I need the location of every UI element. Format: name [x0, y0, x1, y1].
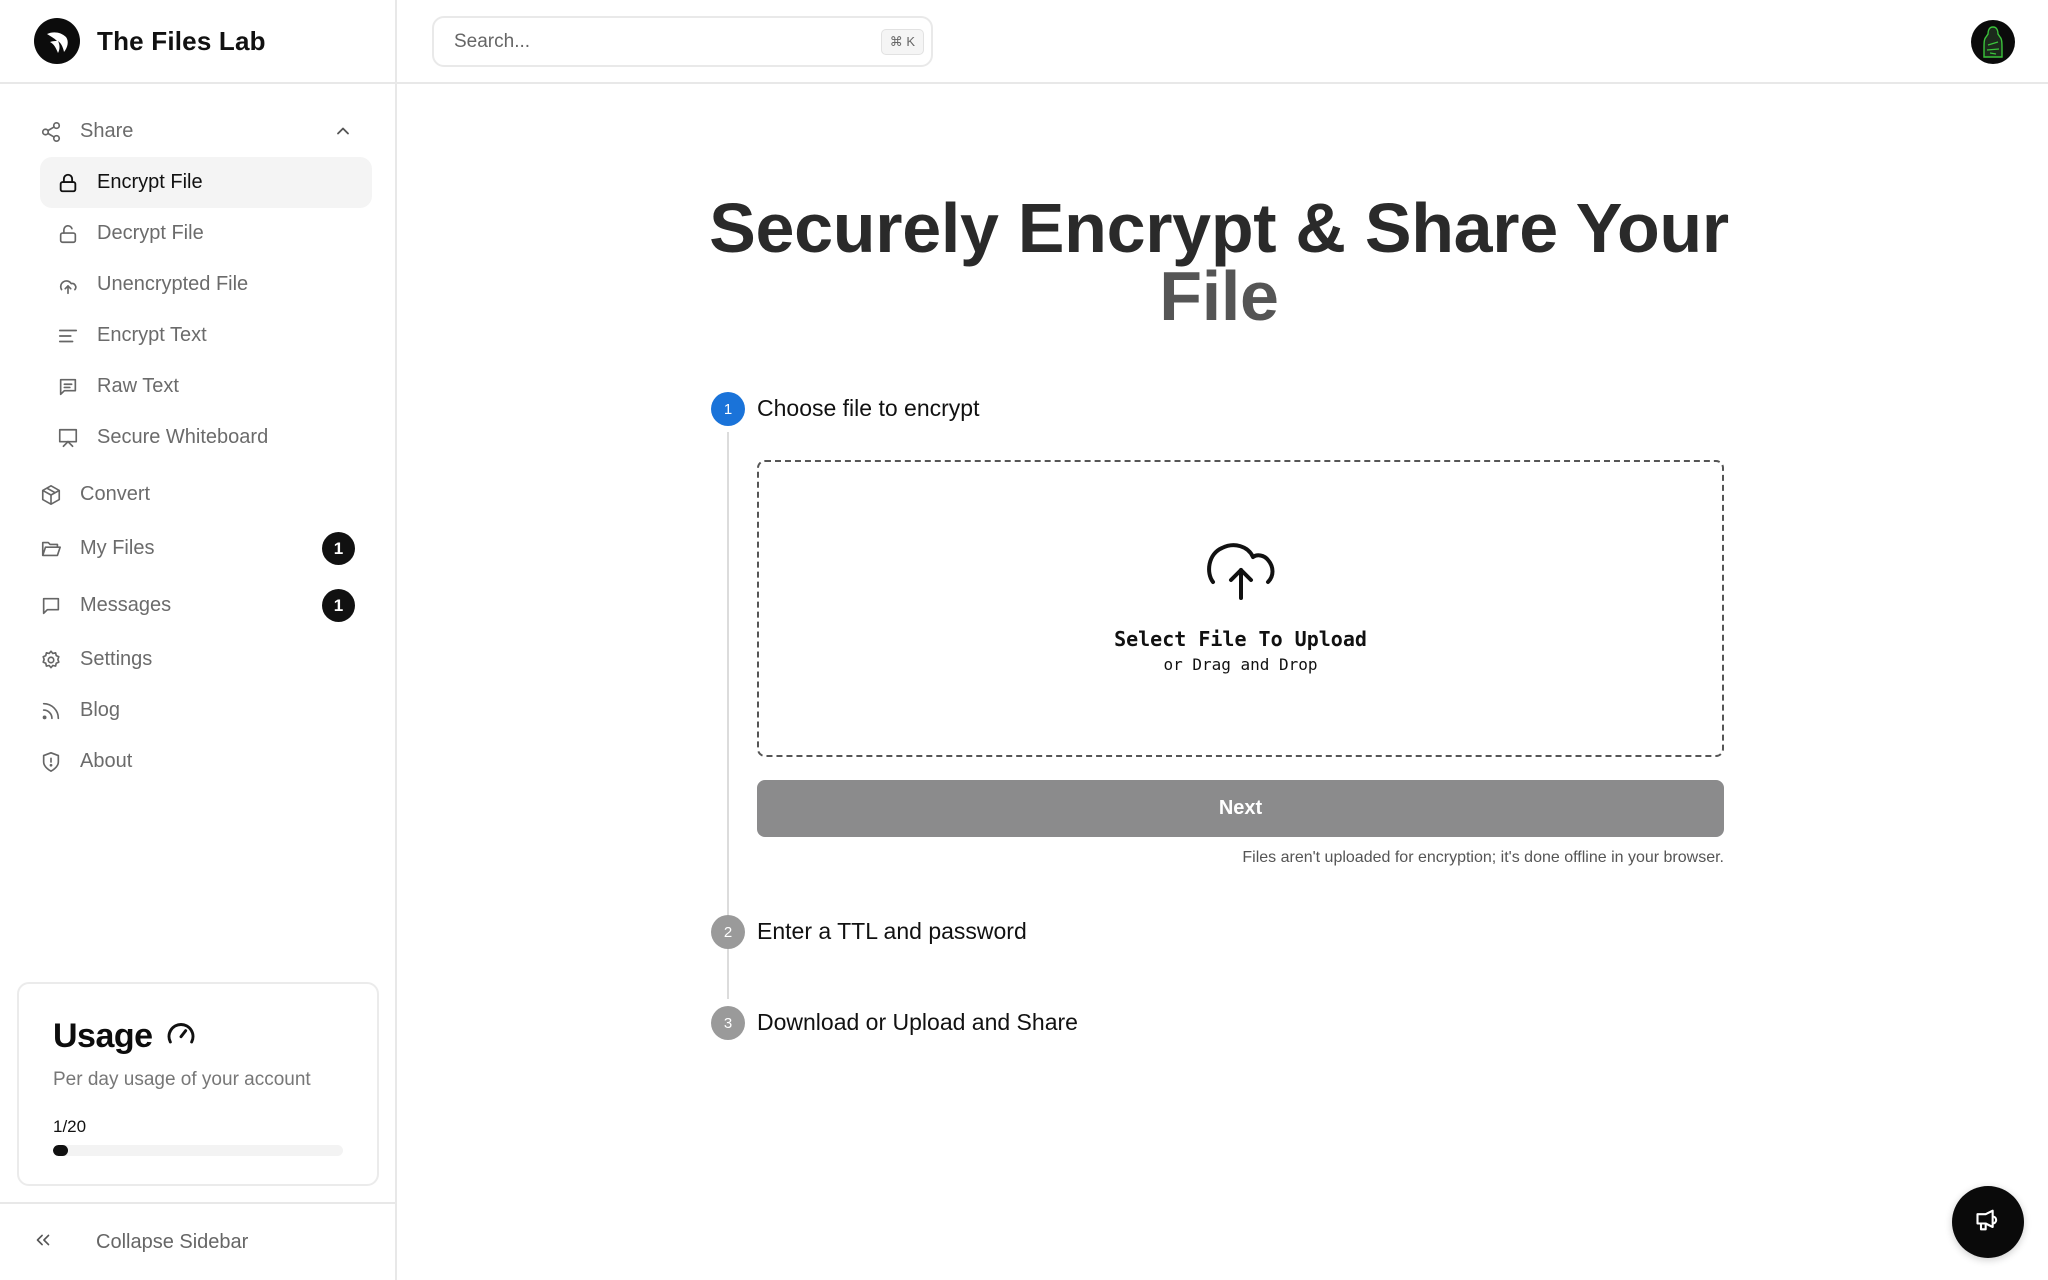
folder-open-icon — [40, 538, 62, 560]
sidebar-item-messages[interactable]: Messages 1 — [0, 580, 395, 631]
sidebar-item-secure-whiteboard[interactable]: Secure Whiteboard — [40, 412, 372, 463]
collapse-sidebar-label: Collapse Sidebar — [96, 1230, 249, 1253]
step-1-indicator: 1 — [711, 392, 745, 426]
usage-progress-fill — [53, 1145, 68, 1156]
page-title: Securely Encrypt & Share Your File — [697, 193, 1741, 331]
usage-title-text: Usage — [53, 1017, 153, 1055]
page-title-line1: Securely Encrypt & Share Your — [709, 189, 1729, 267]
step-connector — [727, 961, 729, 999]
sidebar-item-label: Messages — [80, 594, 172, 616]
brand[interactable]: The Files Lab — [0, 0, 395, 84]
sidebar-item-label: About — [80, 750, 133, 772]
megaphone-icon — [1974, 1206, 2002, 1239]
sidebar-item-my-files[interactable]: My Files 1 — [0, 523, 395, 574]
collapse-sidebar-button[interactable]: Collapse Sidebar — [0, 1202, 395, 1280]
search-input[interactable] — [454, 30, 834, 53]
usage-title: Usage — [53, 1014, 343, 1059]
search-shortcut-hint: ⌘ K — [880, 29, 924, 55]
step-1-label: Choose file to encrypt — [757, 395, 980, 421]
chevrons-left-icon — [32, 1229, 54, 1256]
step-3-label: Download or Upload and Share — [757, 1009, 1078, 1035]
gauge-icon — [165, 1018, 197, 1059]
chevron-up-icon[interactable] — [333, 121, 353, 146]
cloud-upload-icon — [57, 274, 79, 296]
usage-count: 1/20 — [53, 1117, 87, 1136]
text-align-icon — [57, 325, 79, 347]
feedback-button[interactable] — [1952, 1186, 2024, 1258]
message-square-icon — [40, 595, 62, 617]
step-2-label: Enter a TTL and password — [757, 918, 1027, 944]
sidebar-item-encrypt-file[interactable]: Encrypt File — [40, 157, 372, 208]
my-files-badge: 1 — [322, 532, 355, 565]
step-connector — [727, 432, 729, 990]
sidebar-item-raw-text[interactable]: Raw Text — [40, 361, 372, 412]
page-title-line2: File — [1159, 257, 1279, 335]
sidebar-item-share[interactable]: Share — [0, 106, 395, 157]
sidebar-item-label: Secure Whiteboard — [97, 426, 269, 448]
sidebar-item-label: Settings — [80, 648, 153, 670]
lock-icon — [57, 172, 79, 194]
unlock-icon — [57, 223, 79, 245]
file-dropzone[interactable]: Select File To Upload or Drag and Drop — [757, 460, 1724, 757]
sidebar-item-label: Encrypt Text — [97, 324, 207, 346]
step-2-indicator: 2 — [711, 915, 745, 949]
presentation-icon — [57, 427, 79, 449]
search-box[interactable]: ⌘ K — [432, 16, 933, 67]
share-submenu: Encrypt File Decrypt File Unencrypted Fi… — [0, 157, 395, 463]
sidebar: The Files Lab Share Encrypt File Decrypt… — [0, 0, 397, 1280]
app-name: The Files Lab — [97, 25, 266, 56]
sidebar-item-convert[interactable]: Convert — [0, 469, 395, 520]
usage-progress-bar — [53, 1145, 343, 1156]
logo-icon — [34, 18, 80, 64]
sidebar-item-label: Blog — [80, 699, 121, 721]
dropzone-title: Select File To Upload — [1114, 627, 1367, 651]
sidebar-item-label: Unencrypted File — [97, 273, 249, 295]
sidebar-item-about[interactable]: About — [0, 736, 395, 787]
sidebar-item-settings[interactable]: Settings — [0, 634, 395, 685]
cloud-upload-icon — [1204, 540, 1278, 607]
top-header: ⌘ K — [397, 0, 2048, 84]
package-icon — [40, 484, 62, 506]
message-text-icon — [57, 376, 79, 398]
sidebar-item-encrypt-text[interactable]: Encrypt Text — [40, 310, 372, 361]
main-content: Securely Encrypt & Share Your File 1 Cho… — [397, 86, 2048, 1280]
sidebar-item-decrypt-file[interactable]: Decrypt File — [40, 208, 372, 259]
sidebar-item-label: Convert — [80, 483, 151, 505]
sidebar-item-label: Raw Text — [97, 375, 179, 397]
step-3-indicator: 3 — [711, 1006, 745, 1040]
gear-icon — [40, 649, 62, 671]
sidebar-item-label: My Files — [80, 537, 155, 559]
user-avatar[interactable] — [1971, 20, 2015, 64]
share-icon — [40, 121, 62, 143]
dropzone-subtitle: or Drag and Drop — [1163, 655, 1318, 674]
sidebar-item-label: Encrypt File — [97, 171, 203, 193]
sidebar-item-label: Share — [80, 120, 134, 142]
usage-card: Usage Per day usage of your account 1/20 — [17, 982, 379, 1186]
rss-icon — [40, 700, 62, 722]
shield-alert-icon — [40, 751, 62, 773]
sidebar-item-label: Decrypt File — [97, 222, 204, 244]
usage-description: Per day usage of your account — [53, 1069, 311, 1090]
sidebar-item-blog[interactable]: Blog — [0, 685, 395, 736]
offline-note: Files aren't uploaded for encryption; it… — [1242, 849, 1724, 866]
next-button[interactable]: Next — [757, 780, 1724, 837]
avatar-figure-icon — [1983, 26, 2003, 58]
messages-badge: 1 — [322, 589, 355, 622]
sidebar-item-unencrypted-file[interactable]: Unencrypted File — [40, 259, 372, 310]
sidebar-nav: Share Encrypt File Decrypt File Unencryp… — [0, 84, 395, 787]
